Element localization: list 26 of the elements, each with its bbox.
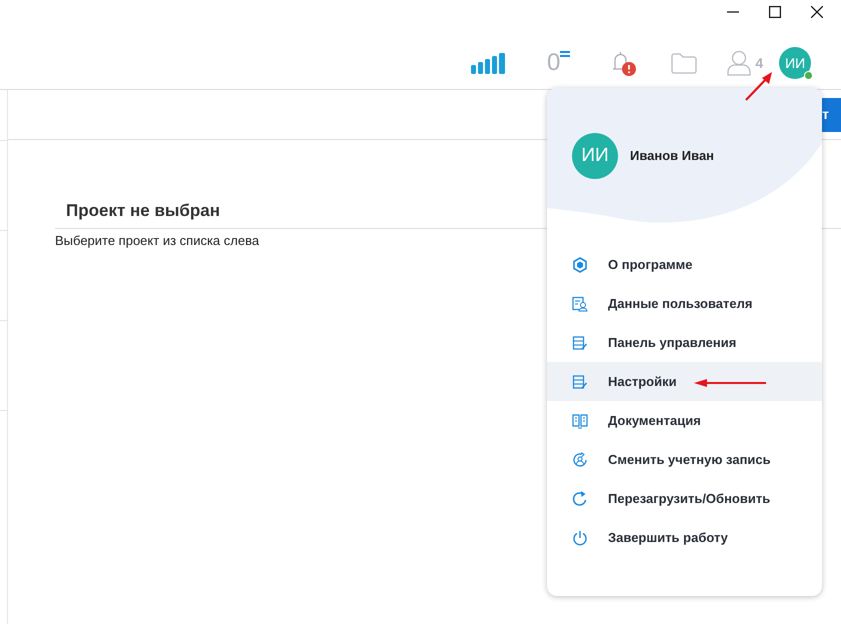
list-edit-icon bbox=[572, 374, 588, 390]
user-card-icon bbox=[572, 296, 588, 312]
menu-item[interactable]: Перезагрузить/Обновить bbox=[547, 479, 822, 518]
arrow-drawing bbox=[694, 378, 766, 388]
menu-item[interactable]: Панель управления bbox=[547, 323, 822, 362]
content-message: Выберите проект из списка слева bbox=[55, 232, 260, 250]
lines-icon bbox=[560, 51, 570, 59]
bell-icon[interactable] bbox=[610, 49, 636, 77]
power-icon bbox=[572, 530, 588, 546]
menu-item[interactable]: Настройки bbox=[547, 362, 822, 401]
reload-icon bbox=[572, 490, 588, 506]
close-icon[interactable] bbox=[811, 6, 823, 18]
book-icon bbox=[572, 412, 588, 428]
list-edit-icon bbox=[572, 334, 588, 350]
menu-item[interactable]: О программе bbox=[547, 245, 822, 284]
signal-icon[interactable] bbox=[471, 52, 507, 74]
menu-item[interactable]: Сменить учетную запись bbox=[547, 440, 822, 479]
menu-item[interactable]: Данные пользователя bbox=[547, 284, 822, 323]
maximize-icon[interactable] bbox=[769, 6, 781, 18]
menu-item[interactable]: Завершить работу bbox=[547, 518, 822, 557]
user-icon bbox=[727, 50, 752, 76]
menu-item[interactable]: Документация bbox=[547, 401, 822, 440]
user-name: Иванов Иван bbox=[630, 147, 714, 166]
arrow-drawing bbox=[744, 70, 774, 102]
user-refresh-icon bbox=[572, 452, 588, 468]
hexagon-icon bbox=[572, 256, 588, 272]
